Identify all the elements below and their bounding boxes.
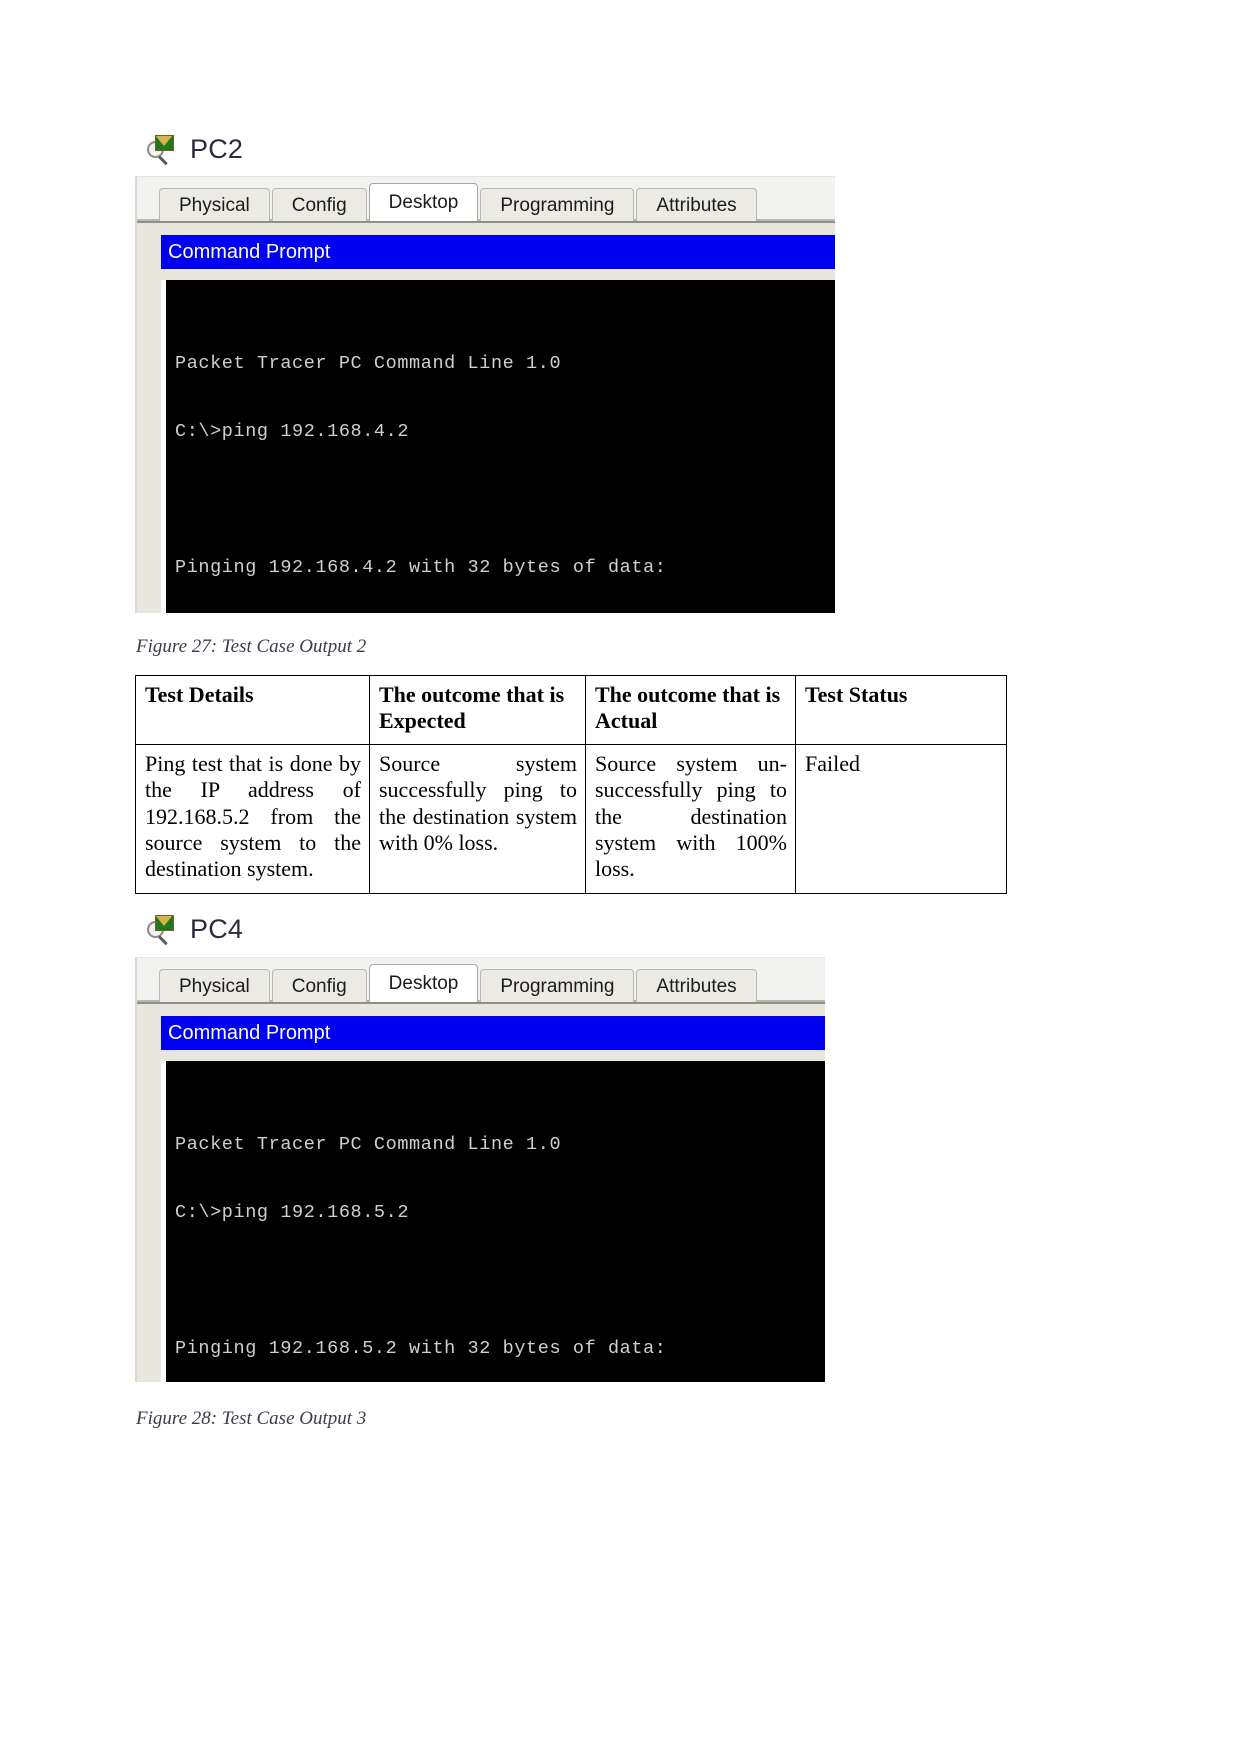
tab-desktop[interactable]: Desktop (368, 964, 479, 1002)
tab-strip: Physical Config Desktop Programming Attr… (137, 177, 835, 221)
tab-programming[interactable]: Programming (480, 188, 635, 221)
terminal-output-pc4[interactable]: Packet Tracer PC Command Line 1.0 C:\>pi… (166, 1061, 825, 1382)
tab-strip-filler (759, 969, 825, 1002)
table-row: Ping test that is done by the IP address… (135, 743, 1007, 894)
packet-tracer-window-pc2[interactable]: Physical Config Desktop Programming Attr… (135, 176, 835, 613)
tab-physical[interactable]: Physical (159, 188, 270, 221)
table-header-expected: The outcome that is Expected (369, 675, 586, 745)
packet-tracer-window-pc4[interactable]: Physical Config Desktop Programming Attr… (135, 957, 825, 1382)
tab-physical[interactable]: Physical (159, 969, 270, 1002)
table-header-actual: The outcome that is Actual (585, 675, 796, 745)
terminal-line: Packet Tracer PC Command Line 1.0 (175, 1134, 562, 1156)
table-header-status: Test Status (795, 675, 1007, 745)
desktop-panel: Command Prompt Packet Tracer PC Command … (137, 221, 835, 613)
terminal-line: C:\>ping 192.168.5.2 (175, 1201, 410, 1223)
terminal-frame: Packet Tracer PC Command Line 1.0 C:\>pi… (161, 280, 835, 613)
tab-strip-filler (759, 188, 835, 221)
tab-attributes[interactable]: Attributes (636, 969, 757, 1002)
table-header-test-details: Test Details (135, 675, 370, 745)
cell-test-status: Failed (795, 743, 1007, 894)
tab-attributes[interactable]: Attributes (636, 188, 757, 221)
terminal-line: Pinging 192.168.4.2 with 32 bytes of dat… (175, 556, 667, 578)
terminal-line: Pinging 192.168.5.2 with 32 bytes of dat… (175, 1337, 667, 1359)
packet-tracer-inspect-icon (146, 912, 180, 946)
test-case-table: Test Details The outcome that is Expecte… (135, 675, 1007, 894)
device-label-pc4: PC4 (146, 912, 243, 946)
terminal-frame: Packet Tracer PC Command Line 1.0 C:\>pi… (161, 1061, 825, 1382)
tab-programming[interactable]: Programming (480, 969, 635, 1002)
terminal-output-pc2[interactable]: Packet Tracer PC Command Line 1.0 C:\>pi… (166, 280, 835, 613)
figure-caption-27: Figure 27: Test Case Output 2 (136, 636, 367, 657)
packet-tracer-inspect-icon (146, 132, 180, 166)
cell-expected-outcome: Source system successfully ping to the d… (369, 743, 586, 894)
tab-config[interactable]: Config (271, 188, 367, 221)
table-header-row: Test Details The outcome that is Expecte… (135, 675, 1007, 745)
device-name: PC2 (190, 133, 244, 164)
tab-strip: Physical Config Desktop Programming Attr… (137, 958, 825, 1002)
cell-test-details: Ping test that is done by the IP address… (135, 743, 370, 894)
tab-desktop[interactable]: Desktop (368, 183, 479, 221)
terminal-line: Packet Tracer PC Command Line 1.0 (175, 353, 562, 375)
terminal-line: C:\>ping 192.168.4.2 (175, 420, 410, 442)
command-prompt-titlebar: Command Prompt (161, 1016, 825, 1050)
cell-actual-outcome: Source system un-successfully ping to th… (585, 743, 796, 894)
figure-caption-28: Figure 28: Test Case Output 3 (136, 1408, 367, 1429)
tab-config[interactable]: Config (271, 969, 367, 1002)
desktop-panel: Command Prompt Packet Tracer PC Command … (137, 1002, 825, 1382)
command-prompt-titlebar: Command Prompt (161, 235, 835, 269)
document-page: PC2 Physical Config Desktop Programming … (0, 0, 1241, 1754)
device-label-pc2: PC2 (146, 132, 243, 166)
device-name: PC4 (190, 913, 244, 944)
